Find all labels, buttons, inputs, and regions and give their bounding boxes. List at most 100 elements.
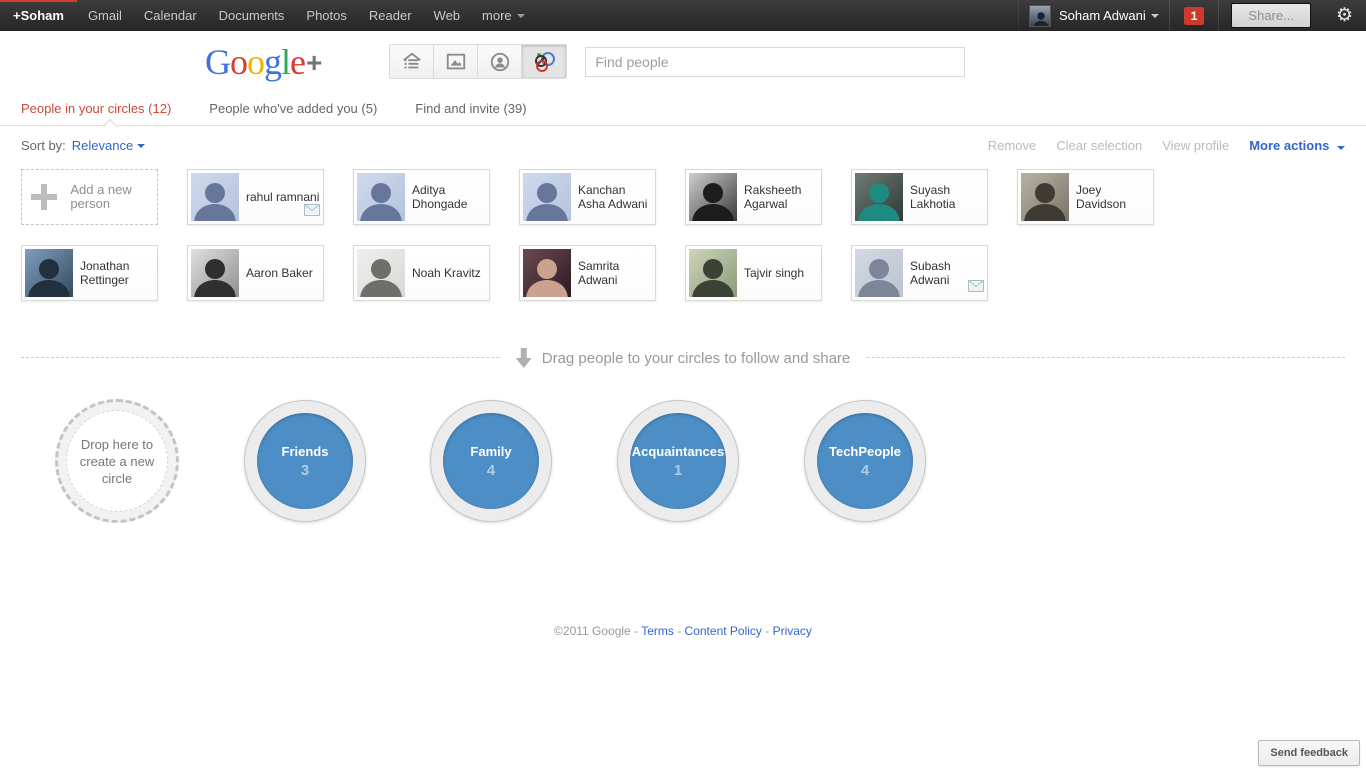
circle-friends[interactable]: Friends 3 xyxy=(244,400,366,522)
profile-icon xyxy=(490,52,510,71)
notifications-button[interactable]: 1 xyxy=(1168,0,1219,31)
email-only-badge xyxy=(304,203,320,221)
person-card[interactable]: Joey Davidson xyxy=(1017,169,1154,225)
person-name: Aditya Dhongade xyxy=(412,183,468,211)
person-name: rahul ramnani xyxy=(246,190,320,204)
action-remove: Remove xyxy=(987,138,1037,153)
person-name: Samrita Adwani xyxy=(578,259,620,287)
circle-count: 1 xyxy=(673,461,683,479)
sort-relevance-dropdown[interactable]: Relevance xyxy=(72,138,133,153)
nav-home-button[interactable] xyxy=(390,45,435,78)
drag-hint: Drag people to your circles to follow an… xyxy=(501,343,865,373)
logo-letter: e xyxy=(290,41,306,82)
circle-name: Friends xyxy=(281,443,329,459)
topbar-link-more[interactable]: more xyxy=(471,0,536,31)
notification-badge: 1 xyxy=(1183,6,1205,25)
logo-letter: o xyxy=(247,41,265,82)
copyright: ©2011 Google xyxy=(554,624,631,638)
person-silhouette-icon xyxy=(194,183,236,221)
topbar-brand-soham[interactable]: +Soham xyxy=(0,0,77,31)
nav-profile-button[interactable] xyxy=(478,45,523,78)
person-card[interactable]: Subash Adwani xyxy=(851,245,988,301)
logo-letter: o xyxy=(230,41,248,82)
person-silhouette-icon xyxy=(858,259,900,297)
person-avatar xyxy=(357,173,405,221)
person-avatar xyxy=(1021,173,1069,221)
action-view-profile: View profile xyxy=(1162,138,1230,153)
send-feedback-button[interactable]: Send feedback xyxy=(1258,740,1360,766)
sort-by-label: Sort by: xyxy=(21,138,66,153)
drag-divider: Drag people to your circles to follow an… xyxy=(21,343,1345,373)
circle-acquaintances[interactable]: Acquaintances 1 xyxy=(617,400,739,522)
circle-count: 4 xyxy=(860,461,870,479)
person-card[interactable]: Kanchan Asha Adwani xyxy=(519,169,656,225)
gear-icon[interactable]: ⚙ xyxy=(1323,0,1366,31)
topbar-link-documents[interactable]: Documents xyxy=(208,0,296,31)
tabs: People in your circles (12) People who've… xyxy=(21,92,565,125)
nav-circles-button[interactable] xyxy=(522,45,567,78)
person-avatar xyxy=(689,249,737,297)
circle-name: Acquaintances xyxy=(631,443,725,459)
person-card[interactable]: Raksheeth Agarwal xyxy=(685,169,822,225)
person-card[interactable]: Aditya Dhongade xyxy=(353,169,490,225)
email-only-badge xyxy=(968,279,984,297)
person-name: Suyash Lakhotia xyxy=(910,183,956,211)
action-clear-selection: Clear selection xyxy=(1056,138,1143,153)
footer-link-privacy[interactable]: Privacy xyxy=(773,624,812,638)
footer-link-terms[interactable]: Terms xyxy=(641,624,674,638)
chevron-down-icon xyxy=(137,143,146,148)
person-card[interactable]: Noah Kravitz xyxy=(353,245,490,301)
selection-actions: Remove Clear selection View profile More a… xyxy=(988,138,1345,153)
tab-0-active[interactable]: People in your circles (12) xyxy=(21,92,187,125)
tab-2[interactable]: Find and invite (39) xyxy=(415,92,542,125)
user-menu[interactable]: Soham Adwani xyxy=(1018,0,1169,31)
person-card[interactable]: Aaron Baker xyxy=(187,245,324,301)
person-name: Aaron Baker xyxy=(246,266,313,280)
person-card[interactable]: Tajvir singh xyxy=(685,245,822,301)
person-card[interactable]: Samrita Adwani xyxy=(519,245,656,301)
topbar-link-calendar[interactable]: Calendar xyxy=(133,0,208,31)
circle-inner: Friends 3 xyxy=(257,413,353,509)
person-avatar xyxy=(191,173,239,221)
nav-photos-button[interactable] xyxy=(434,45,479,78)
circle-techpeople[interactable]: TechPeople 4 xyxy=(804,400,926,522)
photos-icon xyxy=(446,53,466,69)
drag-hint-text: Drag people to your circles to follow an… xyxy=(541,349,851,367)
person-avatar xyxy=(357,249,405,297)
share-wrap: Share... xyxy=(1218,0,1323,31)
circle-inner: Family 4 xyxy=(443,413,539,509)
footer-separator: - xyxy=(761,624,773,638)
google-plus-logo[interactable]: Google+ xyxy=(205,41,322,82)
footer-link-content-policy[interactable]: Content Policy xyxy=(685,624,762,638)
person-name: Raksheeth Agarwal xyxy=(744,183,802,211)
topbar-nav-links: Gmail Calendar Documents Photos Reader Web xyxy=(77,0,471,31)
add-new-person-card[interactable]: Add a new person xyxy=(21,169,158,225)
more-actions-button[interactable]: More actions xyxy=(1249,138,1345,153)
logo-letter: l xyxy=(281,41,291,82)
circle-inner: Acquaintances 1 xyxy=(630,413,726,509)
person-avatar xyxy=(855,249,903,297)
topbar-link-photos[interactable]: Photos xyxy=(295,0,357,31)
tab-1[interactable]: People who've added you (5) xyxy=(209,92,393,125)
person-name: Jonathan Rettinger xyxy=(80,259,130,287)
person-card[interactable]: rahul ramnani xyxy=(187,169,324,225)
share-button[interactable]: Share... xyxy=(1231,3,1311,28)
arrow-down-icon xyxy=(515,348,532,368)
chevron-down-icon xyxy=(1150,13,1159,18)
drop-new-circle-target[interactable]: Drop here to create a new circle xyxy=(55,399,179,523)
topbar-link-web[interactable]: Web xyxy=(423,0,472,31)
topbar-link-reader[interactable]: Reader xyxy=(358,0,423,31)
topbar-link-gmail[interactable]: Gmail xyxy=(77,0,133,31)
circle-inner: TechPeople 4 xyxy=(817,413,913,509)
circle-family[interactable]: Family 4 xyxy=(430,400,552,522)
logo-letter: G xyxy=(205,41,231,82)
search-input[interactable] xyxy=(585,46,966,77)
circle-count: 4 xyxy=(486,461,496,479)
tab-bar: People in your circles (12) People who've… xyxy=(0,92,1366,134)
person-avatar xyxy=(689,173,737,221)
circle-name: Family xyxy=(470,443,512,459)
footer-links: - Terms - Content Policy - Privacy xyxy=(634,624,812,638)
person-card[interactable]: Jonathan Rettinger xyxy=(21,245,158,301)
person-avatar xyxy=(25,249,73,297)
person-card[interactable]: Suyash Lakhotia xyxy=(851,169,988,225)
